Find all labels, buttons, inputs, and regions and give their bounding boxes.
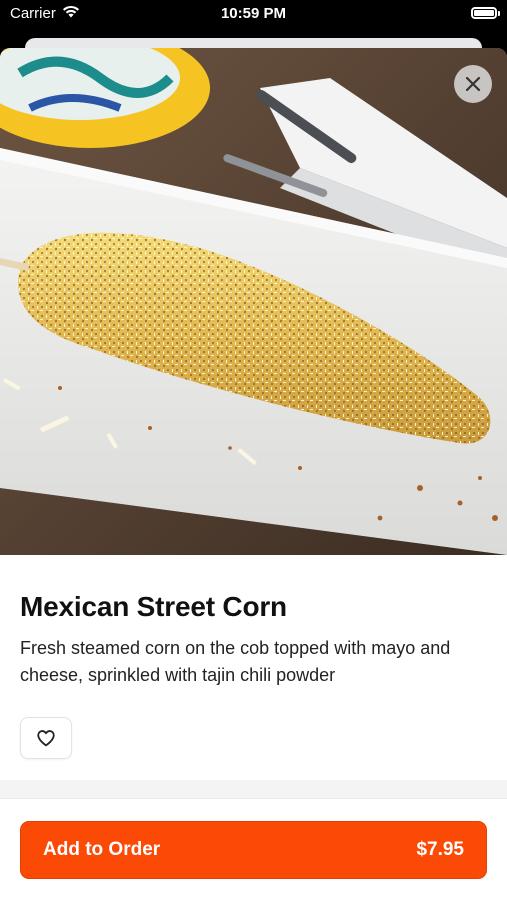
status-time: 10:59 PM [220, 5, 287, 22]
item-price: $7.95 [416, 839, 464, 860]
favorite-button[interactable] [20, 717, 72, 759]
corn-photo-illustration [0, 48, 507, 555]
item-info: Mexican Street Corn Fresh steamed corn o… [0, 555, 507, 759]
status-bar: Carrier 10:59 PM [0, 0, 507, 30]
screen: Carrier 10:59 PM Mexican Street Corn Fre… [0, 0, 507, 900]
item-title: Mexican Street Corn [20, 591, 287, 622]
item-description: Fresh steamed corn on the cob topped wit… [20, 638, 451, 685]
heart-icon [37, 730, 55, 747]
close-button[interactable] [454, 65, 492, 103]
item-photo [0, 48, 507, 555]
battery-icon [471, 7, 500, 19]
item-detail-sheet: Mexican Street Corn Fresh steamed corn o… [0, 48, 507, 900]
close-icon [465, 76, 481, 92]
order-footer: Add to Order $7.95 [0, 798, 507, 900]
add-to-order-label: Add to Order [43, 839, 161, 860]
section-divider [0, 780, 507, 798]
add-to-order-button[interactable]: Add to Order $7.95 [20, 821, 487, 879]
